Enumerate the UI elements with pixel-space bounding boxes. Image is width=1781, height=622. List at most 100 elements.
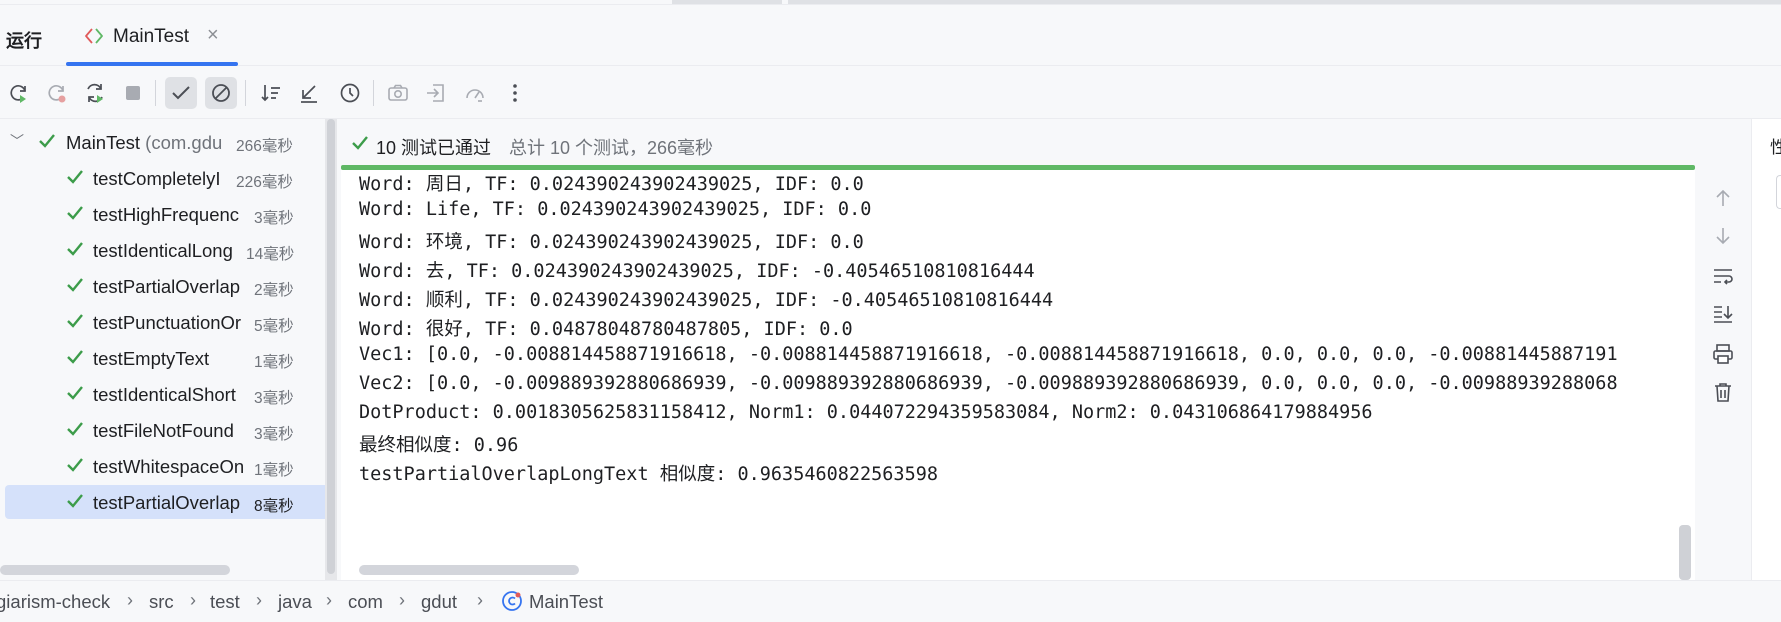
console-line: Word: Life, TF: 0.024390243902439025, ID…: [359, 199, 872, 220]
console-line: 最终相似度: 0.96: [359, 435, 519, 456]
tree-root-name: MainTest: [66, 132, 141, 153]
chevron-right-icon: ›: [399, 590, 405, 610]
tree-item-duration: 1毫秒: [254, 462, 294, 479]
tree-item[interactable]: testFileNotFound 3毫秒: [0, 413, 337, 447]
java-class-icon: [502, 591, 522, 611]
tree-item[interactable]: testWhitespaceOn 1毫秒: [0, 449, 337, 483]
arrow-up-icon: [1716, 189, 1730, 206]
breadcrumb-item[interactable]: src: [149, 591, 174, 613]
test-summary-bar: 10 测试已通过 总计 10 个测试，266毫秒: [337, 119, 1695, 168]
top-strip-segment: [672, 0, 782, 4]
chevron-right-icon: ›: [190, 590, 196, 610]
console-line: Word: 很好, TF: 0.04878048780487805, IDF: …: [359, 319, 853, 340]
clear-all-button[interactable]: [1711, 380, 1735, 404]
breadcrumb-item[interactable]: com: [348, 591, 383, 613]
tree-item-name: testPartialOverlap: [93, 276, 241, 297]
scroll-to-end-button[interactable]: [1711, 302, 1735, 326]
tree-item[interactable]: testIdenticalLong 14毫秒: [0, 233, 337, 267]
tree-item[interactable]: testPartialOverlap 2毫秒: [0, 269, 337, 303]
soft-wrap-button[interactable]: [1711, 264, 1735, 288]
tree-item-name: testCompletelyI: [93, 168, 221, 189]
breadcrumb-item[interactable]: MainTest: [529, 591, 603, 613]
tree-item-duration: 3毫秒: [254, 390, 294, 407]
tree-item[interactable]: testEmptyText 1毫秒: [0, 341, 337, 375]
next-occurrence-button[interactable]: [1711, 224, 1735, 248]
tree-root-duration: 266毫秒: [236, 138, 293, 155]
arrow-down-icon: [1716, 228, 1730, 245]
history-icon: [340, 83, 360, 103]
test-config-icon: [85, 28, 103, 44]
print-icon: [1713, 344, 1733, 364]
more-options-button[interactable]: [499, 77, 531, 109]
rerun-icon: [10, 85, 26, 103]
tree-root-maintest[interactable]: ﹀ MainTest (com.gdu 266毫秒: [0, 125, 337, 159]
tree-item[interactable]: testPunctuationOr 5毫秒: [0, 305, 337, 339]
tab-maintest[interactable]: MainTest ×: [66, 5, 238, 66]
scrollbar-thumb[interactable]: [327, 119, 335, 574]
trash-icon: [1715, 383, 1731, 402]
tree-item-name: testHighFrequenc: [93, 204, 240, 225]
rerun-button[interactable]: [3, 77, 35, 109]
passed-check-icon: [67, 422, 83, 436]
tree-item[interactable]: testIdenticalShort 3毫秒: [0, 377, 337, 411]
rerun-failed-button[interactable]: [41, 77, 73, 109]
show-ignored-button[interactable]: [205, 77, 237, 109]
tree-item-duration: 2毫秒: [254, 282, 294, 299]
passed-check-icon: [352, 136, 368, 150]
print-button[interactable]: [1711, 342, 1735, 366]
console-line: Word: 顺利, TF: 0.024390243902439025, IDF:…: [359, 290, 1054, 311]
tree-item-name: testFileNotFound: [93, 420, 234, 441]
total-summary: 总计 10 个测试，266毫秒: [509, 138, 714, 158]
tree-horizontal-scrollbar[interactable]: [0, 565, 230, 575]
scroll-to-end-icon: [1714, 306, 1733, 323]
tree-item-name: testPunctuationOr: [93, 312, 242, 333]
console-horizontal-scrollbar[interactable]: [359, 565, 579, 575]
console-vertical-scrollbar[interactable]: [1679, 525, 1691, 580]
right-tool-tab[interactable]: 性: [1770, 133, 1781, 158]
sort-alphabetically-button[interactable]: [255, 77, 287, 109]
right-tool-strip: 性: [1751, 119, 1781, 580]
tree-item-name: testPartialOverlap: [93, 492, 241, 513]
previous-occurrence-button[interactable]: [1711, 186, 1735, 210]
breadcrumb-item[interactable]: java: [278, 591, 312, 613]
coverage-icon: [466, 89, 484, 102]
test-history-button[interactable]: [334, 77, 366, 109]
chevron-down-icon[interactable]: ﹀: [10, 131, 24, 151]
console-output[interactable]: Word: 周日, TF: 0.024390243902439025, IDF:…: [341, 170, 1695, 580]
console-line: Word: 周日, TF: 0.024390243902439025, IDF:…: [359, 174, 864, 195]
tool-window-header: 运行 MainTest ×: [0, 5, 1781, 66]
close-tab-icon[interactable]: ×: [207, 24, 219, 47]
chevron-right-icon: ›: [256, 590, 262, 610]
tree-item-duration: 8毫秒: [254, 498, 294, 515]
breadcrumb-item[interactable]: giarism-check: [0, 591, 110, 613]
screenshot-button[interactable]: [382, 77, 414, 109]
tab-label: MainTest: [113, 26, 190, 47]
console-side-toolbar: [1695, 170, 1751, 580]
sort-by-duration-icon: [301, 85, 317, 103]
console-line: DotProduct: 0.0018305625831158412, Norm1…: [359, 402, 1373, 423]
coverage-button[interactable]: [459, 77, 491, 109]
console-line: Word: 环境, TF: 0.024390243902439025, IDF:…: [359, 232, 864, 253]
show-passed-icon: [172, 86, 190, 100]
import-tests-button[interactable]: [420, 77, 452, 109]
console-line: Word: 去, TF: 0.024390243902439025, IDF: …: [359, 261, 1035, 282]
tree-item[interactable]: testCompletelyI 226毫秒: [0, 161, 337, 195]
breadcrumb-item[interactable]: gdut: [421, 591, 457, 613]
breadcrumb-item[interactable]: test: [210, 591, 240, 613]
sort-by-duration-button[interactable]: [293, 77, 325, 109]
more-icon: [513, 84, 517, 102]
right-panel-handle[interactable]: [1776, 175, 1781, 209]
tree-item-selected[interactable]: testPartialOverlap 8毫秒: [5, 485, 337, 519]
toolbar-separator: [245, 80, 246, 106]
stop-button[interactable]: [117, 77, 149, 109]
toggle-auto-test-button[interactable]: [79, 77, 111, 109]
chevron-right-icon: ›: [127, 590, 133, 610]
passed-check-icon: [39, 134, 55, 148]
passed-check-icon: [67, 458, 83, 472]
show-passed-button[interactable]: [165, 77, 197, 109]
tree-item[interactable]: testHighFrequenc 3毫秒: [0, 197, 337, 231]
tree-vertical-scrollbar[interactable]: [325, 119, 337, 580]
toolbar-separator: [155, 80, 156, 106]
console-line: Vec2: [0.0, -0.009889392880686939, -0.00…: [359, 373, 1618, 394]
show-ignored-icon: [212, 84, 230, 102]
